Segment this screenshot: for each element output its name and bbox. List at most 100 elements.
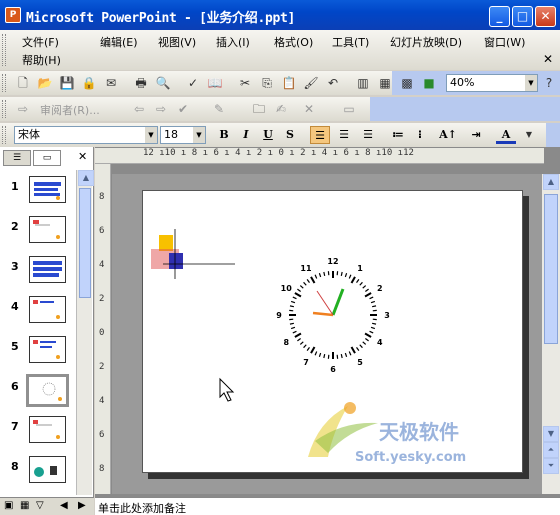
underline-button[interactable]: U <box>258 126 278 144</box>
menu-slideshow[interactable]: 幻灯片放映(D) <box>390 34 462 50</box>
clock-tick <box>370 300 376 304</box>
scroll-right-icon[interactable]: ▶ <box>78 500 86 511</box>
save-icon[interactable]: 💾 <box>58 74 76 92</box>
italic-button[interactable]: I <box>236 126 256 144</box>
new-icon[interactable]: 🗋 <box>14 74 32 92</box>
clock-number: 10 <box>281 284 293 293</box>
next-slide-icon[interactable]: ⏷ <box>543 458 559 474</box>
reviewer-button[interactable]: 审阅者(R)... <box>40 102 100 118</box>
clock-number: 11 <box>300 264 312 273</box>
reject-icon[interactable]: ✕ <box>300 100 318 118</box>
toolbar-grip[interactable] <box>2 126 6 144</box>
slideshow-view-icon[interactable]: ▽ <box>36 500 44 511</box>
chevron-down-icon[interactable]: ▼ <box>193 127 205 143</box>
slide-thumbnail-2[interactable] <box>29 216 66 243</box>
markup-icon[interactable]: ⇨ <box>14 100 32 118</box>
chart-icon[interactable]: ▥ <box>354 74 372 92</box>
menu-insert[interactable]: 插入(I) <box>216 34 250 50</box>
scroll-up-icon[interactable]: ▲ <box>543 174 559 190</box>
font-dropdown[interactable]: 宋体 ▼ <box>14 126 158 144</box>
slide-thumbnail-5[interactable] <box>29 336 66 363</box>
slide-thumbnail-8[interactable] <box>29 456 66 483</box>
toolbar-grip[interactable] <box>2 74 6 92</box>
format-painter-icon[interactable]: 🖌 <box>302 74 320 92</box>
color-icon[interactable]: ■ <box>420 74 438 92</box>
undo-icon[interactable]: ↶ <box>324 74 342 92</box>
slide-thumbnail-3[interactable] <box>29 256 66 283</box>
sorter-view-icon[interactable]: ▦ <box>20 500 29 511</box>
bullets-icon[interactable]: ⁝ <box>410 126 430 144</box>
scroll-thumb[interactable] <box>544 194 558 344</box>
chevron-down-icon[interactable]: ▼ <box>145 127 157 143</box>
chevron-down-icon[interactable]: ▼ <box>525 75 537 91</box>
help-icon[interactable]: ? <box>540 74 558 92</box>
current-slide[interactable]: 12 1 2 3 4 5 6 7 8 9 10 11 天极软件 Soft.yesky.com <box>142 190 523 473</box>
horizontal-ruler[interactable]: 12 ı10 ı 8 ı 6 ı 4 ı 2 ı 0 ı 2 ı 4 ı 6 ı… <box>95 148 544 164</box>
bold-button[interactable]: B <box>214 126 234 144</box>
delete-comment-icon[interactable]: ✎ <box>210 100 228 118</box>
close-button[interactable]: ✕ <box>535 6 556 27</box>
menu-file[interactable]: 文件(F) <box>22 34 59 50</box>
numbering-icon[interactable]: ≔ <box>388 126 408 144</box>
align-center-button[interactable]: ☰ <box>334 126 354 144</box>
powerpoint-icon[interactable]: P <box>5 7 21 23</box>
copy-icon[interactable]: ⎘ <box>258 74 276 92</box>
menu-view[interactable]: 视图(V) <box>158 34 196 50</box>
menu-edit[interactable]: 编辑(E) <box>100 34 138 50</box>
shadow-button[interactable]: S <box>280 126 300 144</box>
slide-thumbnail-7[interactable] <box>29 416 66 443</box>
close-panel-icon[interactable]: ✕ <box>78 150 87 163</box>
insert-comment-icon[interactable]: 🗀 <box>250 100 268 118</box>
slide-number: 3 <box>11 260 19 273</box>
slides-scrollbar[interactable]: ▲ <box>76 170 94 495</box>
tab-outline[interactable]: ☰ <box>3 150 31 166</box>
menu-tools[interactable]: 工具(T) <box>332 34 369 50</box>
spelling-icon[interactable]: ✓ <box>184 74 202 92</box>
edit-comment-icon[interactable]: ✍ <box>272 100 290 118</box>
font-color-button[interactable]: A <box>496 126 516 144</box>
open-icon[interactable]: 📂 <box>36 74 54 92</box>
paste-icon[interactable]: 📋 <box>280 74 298 92</box>
print-icon[interactable]: 🖶 <box>132 74 150 92</box>
slide-thumbnail-6-selected[interactable] <box>26 374 69 407</box>
slide-thumbnail-1[interactable] <box>29 176 66 203</box>
email-icon[interactable]: ✉ <box>102 74 120 92</box>
main-scrollbar[interactable]: ▲ ▼ ⏶ ⏷ <box>542 174 560 494</box>
zoom-dropdown[interactable]: 40% ▼ <box>446 74 538 92</box>
menu-grip[interactable] <box>2 34 6 66</box>
cut-icon[interactable]: ✂ <box>236 74 254 92</box>
slide-thumbnail-4[interactable] <box>29 296 66 323</box>
notes-pane[interactable]: 单击此处添加备注 <box>95 497 560 515</box>
scroll-left-icon[interactable]: ◀ <box>60 500 68 511</box>
menu-format[interactable]: 格式(O) <box>274 34 313 50</box>
apply-icon[interactable]: ✔ <box>174 100 192 118</box>
permission-icon[interactable]: 🔒 <box>80 74 98 92</box>
table-icon[interactable]: ▦ <box>376 74 394 92</box>
research-icon[interactable]: 📖 <box>206 74 224 92</box>
preview-icon[interactable]: 🔍 <box>154 74 172 92</box>
toolbar-grip[interactable] <box>2 100 6 118</box>
menu-window[interactable]: 窗口(W) <box>484 34 525 50</box>
menu-help[interactable]: 帮助(H) <box>22 52 61 68</box>
vertical-ruler[interactable]: 8 6 4 2 0 2 4 6 8 <box>95 164 111 494</box>
next-change-icon[interactable]: ⇨ <box>152 100 170 118</box>
align-left-button[interactable]: ☰ <box>310 126 330 144</box>
previous-change-icon[interactable]: ⇦ <box>130 100 148 118</box>
normal-view-icon[interactable]: ▣ <box>4 500 13 511</box>
indent-icon[interactable]: ⇥ <box>466 126 486 144</box>
align-right-button[interactable]: ☰ <box>358 126 378 144</box>
reviewing-pane-icon[interactable]: ▭ <box>340 100 358 118</box>
scroll-up-icon[interactable]: ▲ <box>78 170 94 186</box>
tab-slides[interactable]: ▭ <box>33 150 61 166</box>
font-size-dropdown[interactable]: 18 ▼ <box>160 126 206 144</box>
increase-font-icon[interactable]: A↑ <box>438 126 458 144</box>
chevron-down-icon[interactable]: ▼ <box>520 126 538 144</box>
minimize-button[interactable]: _ <box>489 6 510 27</box>
grid-icon[interactable]: ▩ <box>398 74 416 92</box>
maximize-button[interactable]: □ <box>512 6 533 27</box>
clock-tick <box>369 296 374 300</box>
scroll-down-icon[interactable]: ▼ <box>543 426 559 442</box>
close-doc-icon[interactable]: ✕ <box>543 52 553 66</box>
scroll-thumb[interactable] <box>79 188 91 298</box>
previous-slide-icon[interactable]: ⏶ <box>543 442 559 458</box>
